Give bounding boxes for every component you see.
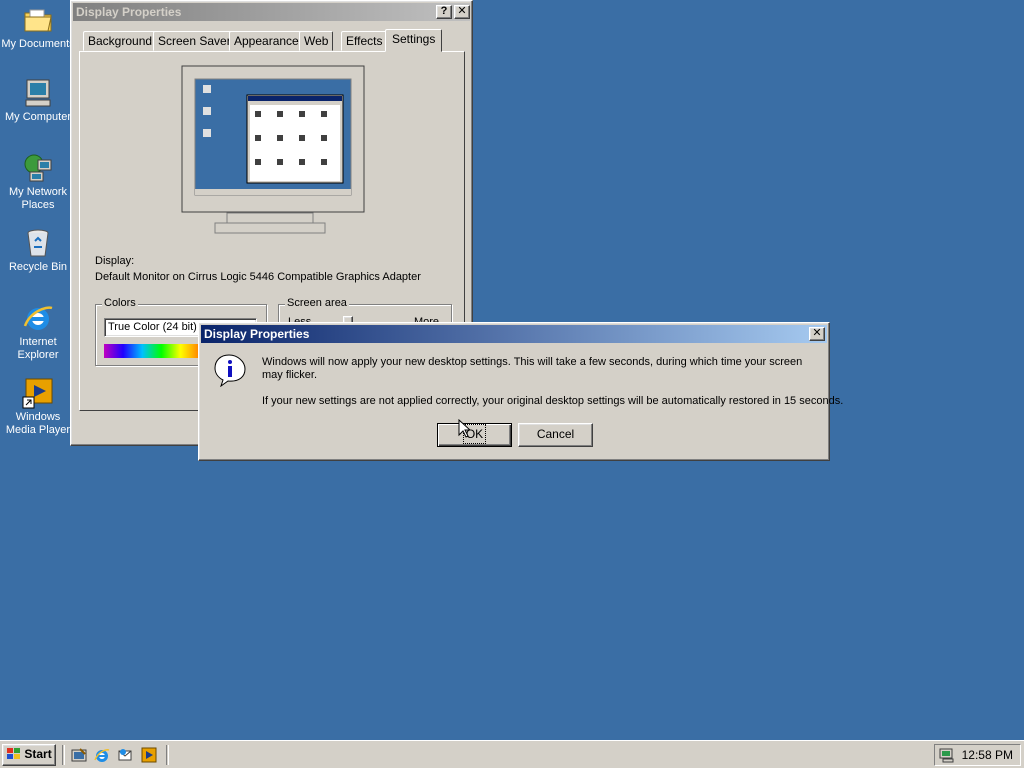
mouse-cursor-icon	[458, 418, 472, 439]
desktop-icon-label: Internet Explorer	[17, 336, 59, 361]
folder-icon	[22, 4, 54, 36]
help-button[interactable]: ?	[436, 5, 452, 19]
ok-button[interactable]: OK	[437, 423, 512, 447]
display-settings-tray-icon[interactable]	[939, 747, 955, 763]
desktop-icon-label: Recycle Bin	[8, 261, 68, 273]
info-icon	[213, 353, 247, 388]
desktop-icon-my-documents[interactable]: My Documents	[0, 4, 76, 51]
confirm-dialog: Display Properties ✕ Windows will now ap…	[198, 322, 844, 461]
tab-background[interactable]: Background	[83, 31, 158, 51]
desktop-icon-label: My Network Places	[8, 186, 68, 211]
outlook-express-icon[interactable]	[117, 747, 133, 763]
dialog-title: Display Properties	[204, 327, 310, 341]
colors-group-title: Colors	[102, 297, 138, 309]
window-title: Display Properties	[76, 5, 182, 19]
display-label: Display:	[95, 255, 135, 267]
computer-icon	[22, 77, 54, 109]
monitor-preview	[181, 65, 365, 234]
screen-area-group-title: Screen area	[285, 297, 349, 309]
dialog-title-bar[interactable]: Display Properties	[201, 325, 827, 343]
close-icon: ✕	[457, 5, 467, 17]
tab-appearance[interactable]: Appearance	[229, 31, 304, 51]
dialog-close-button[interactable]: ✕	[809, 327, 825, 341]
quick-launch-end-separator	[166, 745, 169, 765]
dialog-message-2: If your new settings are not applied cor…	[262, 395, 844, 407]
tab-web[interactable]: Web	[299, 31, 334, 51]
windows-logo-icon	[7, 747, 21, 759]
cancel-button[interactable]: Cancel	[518, 423, 593, 447]
window-title-bar[interactable]: Display Properties	[73, 3, 470, 21]
taskbar: Start 12:58 PM	[0, 740, 1024, 768]
quick-launch-separator	[62, 745, 65, 765]
internet-explorer-icon	[22, 302, 54, 334]
system-tray: 12:58 PM	[934, 744, 1021, 766]
tab-settings[interactable]: Settings	[385, 29, 443, 52]
tab-effects[interactable]: Effects	[341, 31, 388, 51]
colors-select-value: True Color (24 bit)	[108, 321, 197, 333]
desktop-icon-my-network-places[interactable]: My Network Places	[0, 152, 76, 212]
dialog-message-1: Windows will now apply your new desktop …	[262, 356, 803, 381]
desktop-icon-my-computer[interactable]: My Computer	[0, 77, 76, 124]
desktop-icon-windows-media-player[interactable]: Windows Media Player	[0, 377, 76, 437]
desktop-icon-label: Windows Media Player	[5, 411, 71, 436]
cancel-button-label: Cancel	[536, 427, 575, 441]
clock[interactable]: 12:58 PM	[962, 748, 1013, 762]
display-value: Default Monitor on Cirrus Logic 5446 Com…	[95, 271, 421, 283]
desktop-icon-label: My Documents	[1, 38, 75, 50]
tab-screen-saver[interactable]: Screen Saver	[153, 31, 236, 51]
desktop-icon-label: My Computer	[4, 111, 72, 123]
internet-explorer-quick-icon[interactable]	[94, 747, 110, 763]
network-icon	[22, 152, 54, 184]
close-button[interactable]: ✕	[454, 5, 470, 19]
recycle-bin-icon	[22, 227, 54, 259]
close-icon: ✕	[812, 327, 822, 339]
desktop-icon-internet-explorer[interactable]: Internet Explorer	[0, 302, 76, 362]
media-player-quick-icon[interactable]	[141, 747, 157, 763]
desktop-icon-recycle-bin[interactable]: Recycle Bin	[0, 227, 76, 274]
start-button[interactable]: Start	[2, 744, 56, 766]
start-label: Start	[24, 747, 52, 761]
media-player-icon	[22, 377, 54, 409]
show-desktop-icon[interactable]	[71, 747, 87, 763]
